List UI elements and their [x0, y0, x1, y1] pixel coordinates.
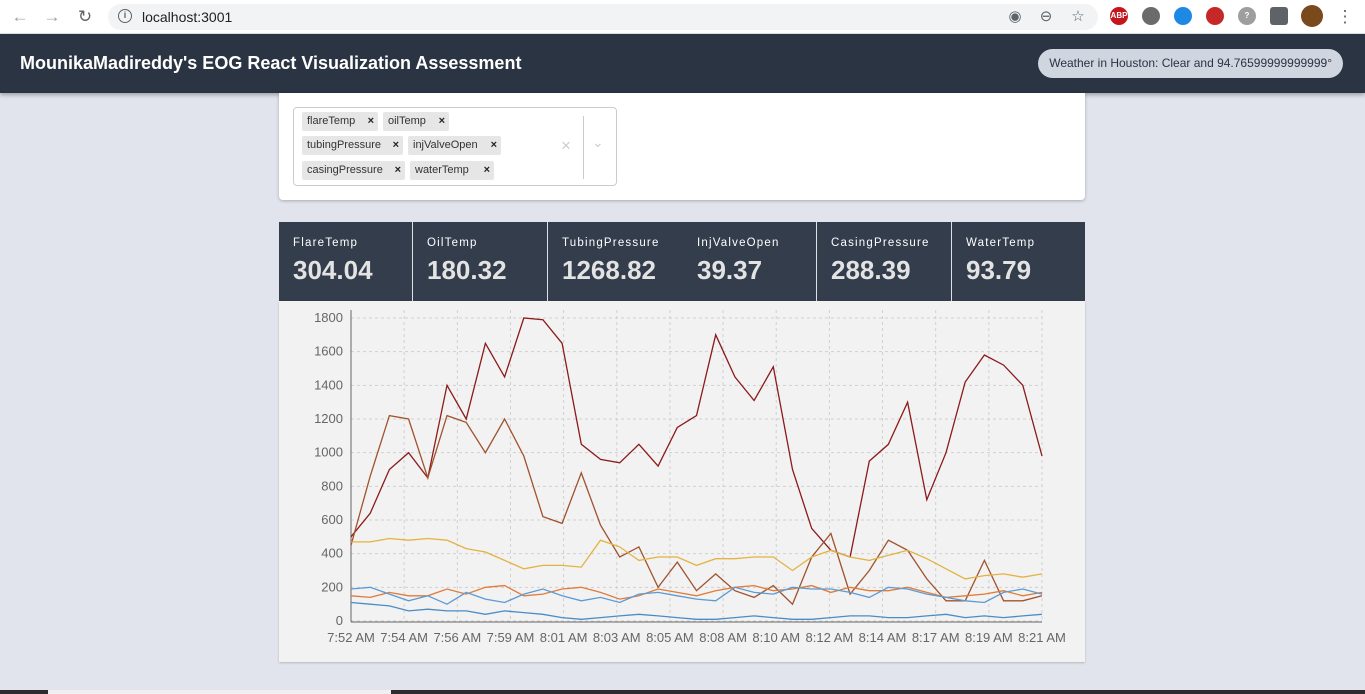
- y-tick-label: 1000: [314, 445, 343, 460]
- x-tick-label: 7:56 AM: [433, 630, 481, 645]
- chip-label: waterTemp: [415, 164, 469, 176]
- taskbar-segment: [48, 690, 391, 694]
- metric-value: 39.37: [697, 255, 763, 285]
- select-separator: [583, 116, 584, 179]
- y-tick-label: 1200: [314, 411, 343, 426]
- series-line-1: [350, 414, 1043, 606]
- x-tick-label: 7:52 AM: [327, 630, 375, 645]
- chip-label: flareTemp: [307, 115, 356, 127]
- red-square-extension-icon[interactable]: [1206, 7, 1224, 25]
- metric-multiselect[interactable]: flareTemp × oilTemp × tubingPressure × i…: [293, 107, 617, 186]
- series-line-5: [350, 601, 1043, 620]
- remove-chip-icon[interactable]: ×: [439, 112, 445, 131]
- chip-injvalveopen: injValveOpen ×: [408, 136, 501, 155]
- chip-casingpressure: casingPressure ×: [302, 161, 405, 180]
- reload-icon[interactable]: ↻: [74, 6, 96, 28]
- metric-label: InjValveOpen: [697, 237, 780, 249]
- x-tick-label: 8:21 AM: [1018, 630, 1066, 645]
- series-line-2: [351, 537, 1043, 580]
- x-tick-label: 7:54 AM: [380, 630, 428, 645]
- x-tick-label: 8:01 AM: [540, 630, 588, 645]
- metric-tile-watertemp: WaterTemp 93.79: [952, 222, 1085, 301]
- url-text: localhost:3001: [142, 9, 233, 25]
- metric-value: 1268.82: [562, 255, 656, 285]
- y-tick-label: 1800: [314, 310, 343, 325]
- remove-chip-icon[interactable]: ×: [393, 136, 399, 155]
- address-bar[interactable]: i localhost:3001 ◉ ⊖ ☆: [108, 4, 1098, 30]
- metric-label: OilTemp: [427, 237, 478, 249]
- site-info-icon[interactable]: i: [118, 9, 132, 23]
- chip-oiltemp: oilTemp ×: [383, 112, 449, 131]
- chip-tubingpressure: tubingPressure ×: [302, 136, 403, 155]
- y-tick-label: 600: [321, 512, 343, 527]
- metric-tile-oiltemp: OilTemp 180.32: [413, 222, 548, 301]
- abp-extension-icon[interactable]: ABP: [1110, 7, 1128, 25]
- metric-value: 288.39: [831, 255, 911, 285]
- browser-toolbar: ← → ↻ i localhost:3001 ◉ ⊖ ☆ ABP? ⋮: [0, 0, 1365, 34]
- remove-chip-icon[interactable]: ×: [484, 161, 490, 180]
- series-line-0: [350, 317, 1043, 558]
- chevron-down-icon[interactable]: ⌄: [592, 134, 604, 151]
- more-menu-icon[interactable]: ⋮: [1334, 6, 1356, 28]
- metric-value: 304.04: [293, 255, 373, 285]
- chip-label: oilTemp: [388, 115, 426, 127]
- remove-chip-icon[interactable]: ×: [491, 136, 497, 155]
- metric-value: 93.79: [966, 255, 1032, 285]
- globe-extension-icon[interactable]: [1174, 7, 1192, 25]
- question-extension-icon[interactable]: ?: [1238, 7, 1256, 25]
- x-tick-label: 8:14 AM: [859, 630, 907, 645]
- remove-chip-icon[interactable]: ×: [395, 161, 401, 180]
- metric-label: WaterTemp: [966, 237, 1036, 249]
- y-tick-label: 0: [336, 613, 343, 628]
- taskbar-strip: [0, 690, 1365, 694]
- y-tick-label: 1400: [314, 377, 343, 392]
- measurement-chart-card: 0 200 400 600 800 1000 1200 1400 1600 1800 7:52 AM…: [279, 301, 1085, 662]
- chip-label: injValveOpen: [413, 139, 478, 151]
- translate-icon[interactable]: ◉: [1006, 8, 1024, 26]
- profile-avatar[interactable]: [1301, 5, 1323, 27]
- chip-watertemp: waterTemp ×: [410, 161, 494, 180]
- bookmark-star-icon[interactable]: ☆: [1069, 8, 1087, 26]
- chip-flaretemp: flareTemp ×: [302, 112, 378, 131]
- metric-value: 180.32: [427, 255, 507, 285]
- remove-chip-icon[interactable]: ×: [368, 112, 374, 131]
- x-tick-label: 8:19 AM: [965, 630, 1013, 645]
- x-tick-label: 8:12 AM: [806, 630, 854, 645]
- metric-tile-injvalveopen: InjValveOpen 39.37: [683, 222, 817, 301]
- clear-all-icon[interactable]: ×: [561, 136, 571, 156]
- metric-tile-casingpressure: CasingPressure 288.39: [817, 222, 952, 301]
- app-header: MounikaMadireddy's EOG React Visualizati…: [0, 34, 1365, 93]
- metric-label: TubingPressure: [562, 237, 660, 249]
- x-tick-label: 8:05 AM: [646, 630, 694, 645]
- weather-chip: Weather in Houston: Clear and 94.7659999…: [1038, 49, 1343, 78]
- grey-circle-extension-icon[interactable]: [1142, 7, 1160, 25]
- arrow-right-icon[interactable]: →: [41, 6, 63, 28]
- puzzle-extension-icon[interactable]: [1270, 7, 1288, 25]
- x-tick-label: 8:10 AM: [752, 630, 800, 645]
- metric-tile-flaretemp: FlareTemp 304.04: [279, 222, 413, 301]
- zoom-out-icon[interactable]: ⊖: [1037, 8, 1055, 26]
- chip-label: tubingPressure: [307, 139, 381, 151]
- measurement-line-chart: 0 200 400 600 800 1000 1200 1400 1600 1800 7:52 AM…: [314, 310, 1066, 645]
- metric-label: FlareTemp: [293, 237, 359, 249]
- y-tick-label: 200: [321, 579, 343, 594]
- x-tick-label: 8:17 AM: [912, 630, 960, 645]
- metric-tile-tubingpressure: TubingPressure 1268.82: [548, 222, 683, 301]
- y-tick-label: 800: [321, 478, 343, 493]
- arrow-left-icon[interactable]: ←: [9, 6, 31, 28]
- y-tick-label: 1600: [314, 344, 343, 359]
- metric-label: CasingPressure: [831, 237, 930, 249]
- chip-label: casingPressure: [307, 164, 383, 176]
- x-tick-label: 7:59 AM: [487, 630, 535, 645]
- x-tick-label: 8:03 AM: [593, 630, 641, 645]
- metric-select-card: flareTemp × oilTemp × tubingPressure × i…: [279, 93, 1085, 200]
- x-tick-label: 8:08 AM: [699, 630, 747, 645]
- y-tick-label: 400: [321, 546, 343, 561]
- app-title: MounikaMadireddy's EOG React Visualizati…: [20, 53, 522, 73]
